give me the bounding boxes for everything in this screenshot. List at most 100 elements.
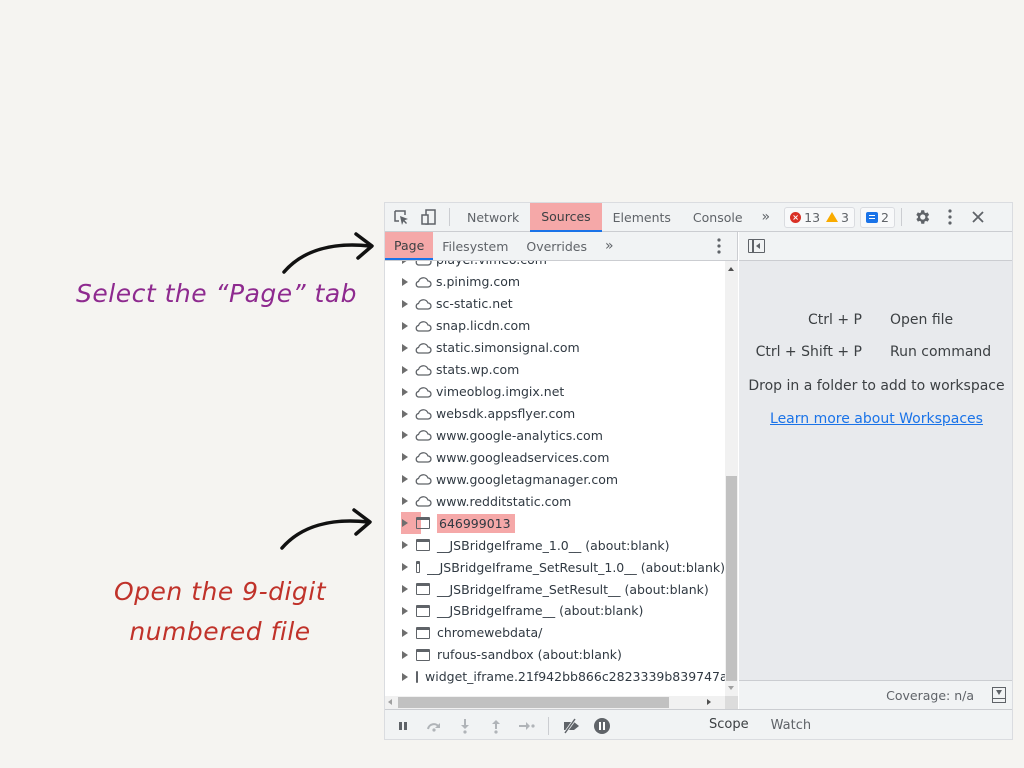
inspect-element-button[interactable]: [387, 203, 415, 231]
tab-scope[interactable]: Scope: [698, 710, 760, 739]
more-options-button[interactable]: [936, 203, 964, 231]
step-button[interactable]: [511, 711, 542, 740]
frame-icon: [416, 670, 418, 683]
toggle-navigator-icon[interactable]: [748, 239, 765, 253]
expand-arrow-icon[interactable]: [402, 409, 408, 418]
expand-arrow-icon[interactable]: [402, 261, 408, 264]
coverage-status-bar: Coverage: n/a: [739, 680, 1012, 709]
tab-watch[interactable]: Watch: [760, 710, 822, 739]
pause-on-exceptions-button[interactable]: [586, 711, 617, 740]
coverage-text: Coverage: n/a: [886, 687, 974, 703]
editor-toolbar: [739, 232, 1012, 261]
tree-item[interactable]: websdk.appsflyer.com: [385, 403, 725, 425]
tree-item[interactable]: stats.wp.com: [385, 359, 725, 381]
file-tree: player.vimeo.com s.pinimg.com sc-static.ne…: [385, 261, 725, 696]
tab-overrides[interactable]: Overrides: [517, 232, 596, 260]
shortcut-open-file: Ctrl + P Open file: [739, 312, 1012, 328]
tree-item[interactable]: chromewebdata/: [385, 622, 725, 644]
frame-icon: [416, 583, 430, 596]
expand-arrow-icon[interactable]: [402, 628, 408, 637]
scroll-right-icon[interactable]: [707, 699, 711, 705]
pause-button[interactable]: [387, 711, 418, 740]
gear-icon: [916, 210, 930, 224]
expand-arrow-icon[interactable]: [402, 299, 408, 308]
tree-item[interactable]: www.googletagmanager.com: [385, 468, 725, 490]
learn-more-workspaces-link[interactable]: Learn more about Workspaces: [739, 411, 1012, 427]
cloud-domain-icon: [415, 474, 432, 485]
scroll-up-icon[interactable]: [728, 267, 734, 271]
close-devtools-button[interactable]: [964, 203, 992, 231]
tree-item[interactable]: www.googleadservices.com: [385, 446, 725, 468]
tree-item[interactable]: sc-static.net: [385, 293, 725, 315]
expand-arrow-icon[interactable]: [402, 365, 408, 374]
expand-arrow-icon[interactable]: [402, 672, 408, 681]
scrollbar-thumb[interactable]: [398, 697, 669, 708]
tree-item-label: snap.licdn.com: [436, 318, 531, 334]
warning-icon: [826, 212, 839, 222]
tree-item[interactable]: rufous-sandbox (about:blank): [385, 644, 725, 666]
tree-item[interactable]: __JSBridgeIframe_1.0__ (about:blank): [385, 534, 725, 556]
tree-item-highlighted[interactable]: 646999013: [385, 512, 725, 535]
tree-vertical-scrollbar[interactable]: [725, 261, 738, 696]
expand-arrow-icon[interactable]: [402, 343, 408, 352]
issues-counter-button[interactable]: × 13 3: [784, 206, 855, 228]
tree-item-label: __JSBridgeIframe_1.0__ (about:blank): [437, 537, 670, 553]
expand-arrow-icon[interactable]: [402, 563, 408, 572]
tree-item[interactable]: s.pinimg.com: [385, 271, 725, 293]
message-icon: [865, 211, 878, 223]
tab-console[interactable]: Console: [682, 203, 754, 232]
arrow-to-numbered-file-icon: [280, 508, 372, 550]
expand-arrow-icon[interactable]: [402, 277, 408, 286]
tree-item[interactable]: snap.licdn.com: [385, 315, 725, 337]
warning-count: 3: [841, 209, 849, 225]
scroll-down-icon[interactable]: [728, 686, 734, 690]
cloud-domain-icon: [415, 386, 432, 398]
navigator-more-tabs-button[interactable]: »: [596, 232, 623, 260]
toggle-drawer-icon[interactable]: [992, 687, 1006, 703]
tree-item-label: widget_iframe.21f942bb866c2823339b839747…: [425, 669, 725, 685]
more-tabs-button[interactable]: »: [754, 203, 779, 232]
expand-arrow-icon[interactable]: [402, 606, 408, 615]
tree-horizontal-scrollbar[interactable]: [385, 696, 725, 709]
tree-item[interactable]: __JSBridgeIframe_SetResult__ (about:blan…: [385, 578, 725, 600]
expand-arrow-icon[interactable]: [402, 585, 408, 594]
expand-arrow-icon[interactable]: [402, 475, 408, 484]
tree-item[interactable]: __JSBridgeIframe_SetResult_1.0__ (about:…: [385, 556, 725, 578]
expand-arrow-icon[interactable]: [402, 541, 408, 550]
expand-arrow-icon[interactable]: [402, 387, 408, 396]
step-out-button[interactable]: [480, 711, 511, 740]
navigator-menu-button[interactable]: [705, 232, 733, 260]
device-toolbar-button[interactable]: [415, 203, 443, 231]
tab-page[interactable]: Page: [385, 232, 434, 260]
tree-item[interactable]: player.vimeo.com: [385, 261, 725, 271]
tree-item[interactable]: www.redditstatic.com: [385, 490, 725, 512]
expand-arrow-icon[interactable]: [402, 650, 408, 659]
frame-icon: [416, 648, 430, 661]
expand-arrow-icon[interactable]: [402, 453, 408, 462]
debugger-toolbar: Scope Watch: [385, 709, 1012, 740]
tree-item[interactable]: __JSBridgeIframe__ (about:blank): [385, 600, 725, 622]
tab-sources[interactable]: Sources: [530, 203, 602, 232]
tree-item[interactable]: widget_iframe.21f942bb866c2823339b839747…: [385, 666, 725, 688]
step-into-button[interactable]: [449, 711, 480, 740]
scrollbar-thumb[interactable]: [726, 476, 737, 681]
tab-filesystem[interactable]: Filesystem: [433, 232, 517, 260]
tree-item[interactable]: www.google-analytics.com: [385, 425, 725, 447]
tab-elements[interactable]: Elements: [602, 203, 682, 232]
tree-item-label: __JSBridgeIframe__ (about:blank): [437, 603, 644, 619]
deactivate-breakpoints-button[interactable]: [555, 711, 586, 740]
tab-network[interactable]: Network: [456, 203, 530, 232]
expand-arrow-icon[interactable]: [402, 497, 408, 506]
toolbar-divider: [548, 716, 549, 735]
step-over-button[interactable]: [418, 711, 449, 740]
tree-item[interactable]: static.simonsignal.com: [385, 337, 725, 359]
expand-arrow-icon[interactable]: [402, 431, 408, 440]
frame-icon: [416, 626, 430, 639]
expand-arrow-icon[interactable]: [402, 519, 408, 528]
messages-counter-button[interactable]: 2: [859, 206, 895, 228]
expand-arrow-icon[interactable]: [402, 321, 408, 330]
scroll-left-icon[interactable]: [388, 699, 392, 705]
tree-item[interactable]: vimeoblog.imgix.net: [385, 381, 725, 403]
settings-button[interactable]: [908, 203, 936, 231]
step-out-icon: [491, 719, 500, 734]
